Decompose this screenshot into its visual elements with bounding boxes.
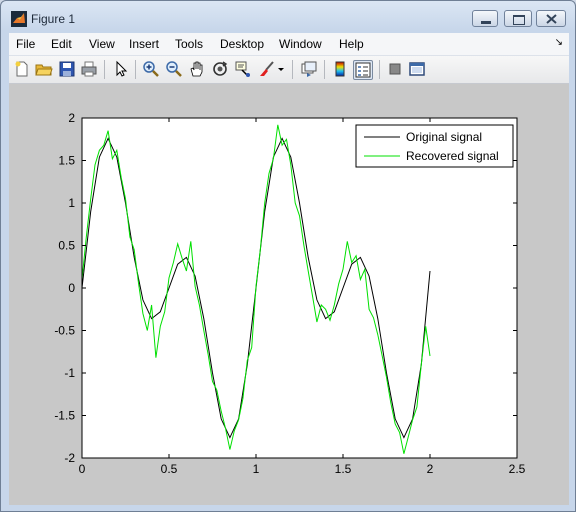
y-tick-label: -0.5 xyxy=(54,324,75,338)
menu-help[interactable]: Help xyxy=(339,37,364,51)
close-icon xyxy=(546,14,557,24)
legend-label: Recovered signal xyxy=(406,149,499,163)
menu-view[interactable]: View xyxy=(89,37,115,51)
window-title: Figure 1 xyxy=(31,12,76,26)
plot-svg: 0 0.5 1 1.5 2 2.5 -2 -1.5 -1 -0.5 0 0.5 1 1.5 2 Origina… xyxy=(54,111,526,476)
new-figure-icon[interactable] xyxy=(13,60,31,78)
menu-window[interactable]: Window xyxy=(279,37,322,51)
link-plot-icon[interactable] xyxy=(300,60,318,78)
brush-dropdown-icon[interactable] xyxy=(277,60,286,78)
hide-plot-tools-icon[interactable] xyxy=(386,60,404,78)
x-tick-label: 2 xyxy=(427,462,434,476)
toolbar-separator xyxy=(324,60,325,79)
y-tick-label: -1 xyxy=(64,366,75,380)
save-icon[interactable] xyxy=(58,60,76,78)
y-tick-label: -1.5 xyxy=(54,409,75,423)
x-tick-label: 1 xyxy=(253,462,260,476)
toolbar-separator xyxy=(135,60,136,79)
x-tick-label: 2.5 xyxy=(509,462,526,476)
data-cursor-icon[interactable] xyxy=(234,60,252,78)
y-tick-label: 1.5 xyxy=(58,154,75,168)
rotate-3d-icon[interactable] xyxy=(211,60,229,78)
menu-edit[interactable]: Edit xyxy=(51,37,72,51)
menu-desktop[interactable]: Desktop xyxy=(220,37,264,51)
menu-tools[interactable]: Tools xyxy=(175,37,203,51)
toolbar-separator xyxy=(379,60,380,79)
pan-icon[interactable] xyxy=(188,60,206,78)
open-file-icon[interactable] xyxy=(35,60,53,78)
zoom-out-icon[interactable] xyxy=(165,60,183,78)
x-tick-label: 0.5 xyxy=(161,462,178,476)
show-plot-tools-icon[interactable] xyxy=(408,60,426,78)
y-tick-label: -2 xyxy=(64,451,75,465)
maximize-icon xyxy=(513,15,525,25)
menu-bar: File Edit View Insert Tools Desktop Wind… xyxy=(9,33,569,56)
minimize-button[interactable] xyxy=(472,10,498,27)
zoom-in-icon[interactable] xyxy=(142,60,160,78)
toolbar-separator xyxy=(292,60,293,79)
menu-file[interactable]: File xyxy=(16,37,35,51)
insert-legend-icon[interactable] xyxy=(353,60,373,80)
y-tick-label: 2 xyxy=(68,111,75,125)
x-tick-label: 0 xyxy=(79,462,86,476)
minimize-icon xyxy=(481,21,491,24)
y-tick-label: 0.5 xyxy=(58,239,75,253)
insert-colorbar-icon[interactable] xyxy=(331,60,349,78)
dock-arrow-icon[interactable]: ↘ xyxy=(555,37,563,48)
matlab-logo-icon xyxy=(11,11,27,27)
edit-plot-icon[interactable] xyxy=(112,60,130,78)
figure-canvas: 0 0.5 1 1.5 2 2.5 -2 -1.5 -1 -0.5 0 0.5 1 1.5 2 Origina… xyxy=(9,84,569,505)
x-tick-label: 1.5 xyxy=(335,462,352,476)
maximize-button[interactable] xyxy=(504,10,532,27)
axes-background xyxy=(82,118,517,458)
print-icon[interactable] xyxy=(80,60,98,78)
figure-window: Figure 1 File Edit View Insert Tools Des… xyxy=(0,0,576,512)
title-bar[interactable]: Figure 1 xyxy=(1,1,575,33)
y-tick-label: 0 xyxy=(68,281,75,295)
y-tick-label: 1 xyxy=(68,196,75,210)
legend-label: Original signal xyxy=(406,130,482,144)
close-button[interactable] xyxy=(536,10,566,27)
brush-icon[interactable] xyxy=(258,60,276,78)
figure-toolbar xyxy=(9,56,569,84)
menu-insert[interactable]: Insert xyxy=(129,37,159,51)
toolbar-separator xyxy=(104,60,105,79)
